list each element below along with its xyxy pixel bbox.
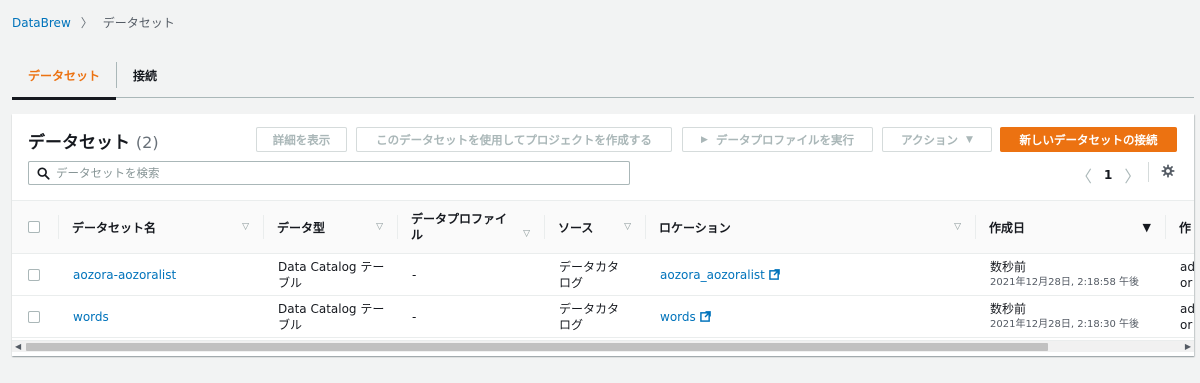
column-header-type[interactable]: データ型 ▽ xyxy=(263,201,397,253)
data-type-line2: ブル xyxy=(278,275,303,290)
breadcrumb-separator-icon: 〉 xyxy=(80,16,93,30)
run-profile-button[interactable]: ▶ データプロファイルを実行 xyxy=(682,127,873,152)
created-relative: 数秒前 xyxy=(990,259,1027,274)
external-link-icon[interactable] xyxy=(769,269,780,280)
view-details-label: 詳細を表示 xyxy=(272,132,331,147)
table-header: データセット名 ▽ データ型 ▽ データプロファイル ▽ ソース ▽ ロケーショ… xyxy=(12,200,1194,254)
play-icon: ▶ xyxy=(701,134,708,145)
source-line2: ログ xyxy=(559,275,584,290)
table-row: words Data Catalog テー ブル - データカタ ログ word… xyxy=(12,296,1194,338)
location-link[interactable]: aozora_aozoralist xyxy=(660,267,765,283)
created-timestamp: 2021年12月28日, 2:18:30 午後 xyxy=(990,318,1139,330)
page-number[interactable]: 1 xyxy=(1104,168,1112,182)
tab-bar: データセット 接続 xyxy=(12,52,1194,100)
actions-label: アクション xyxy=(901,132,958,147)
scrollbar-thumb[interactable] xyxy=(26,343,1048,351)
column-source-label: ソース xyxy=(558,220,594,235)
new-dataset-label: 新しいデータセットの接続 xyxy=(1019,132,1158,147)
data-profile-value: - xyxy=(412,309,417,324)
table-row: aozora-aozoralist Data Catalog テー ブル - デ… xyxy=(12,254,1194,296)
sort-icon: ▽ xyxy=(954,222,961,232)
scroll-left-icon[interactable]: ◀ xyxy=(15,342,21,351)
created-by-line2: or xyxy=(1180,275,1193,290)
view-details-button[interactable]: 詳細を表示 xyxy=(256,127,347,152)
search-icon xyxy=(37,166,50,180)
data-type-cell: Data Catalog テー ブル xyxy=(278,254,388,295)
source-line1: データカタ xyxy=(559,259,620,274)
dataset-name-link[interactable]: words xyxy=(73,296,109,337)
gear-icon[interactable] xyxy=(1161,164,1175,178)
data-type-line1: Data Catalog テー xyxy=(278,259,385,274)
column-header-created-by[interactable]: 作 xyxy=(1165,201,1194,253)
data-type-line2: ブル xyxy=(278,317,303,332)
caret-down-icon: ▼ xyxy=(966,134,973,145)
source-line2: ログ xyxy=(559,317,584,332)
created-by-line2: or xyxy=(1180,317,1193,332)
run-profile-label: データプロファイルを実行 xyxy=(715,132,854,147)
created-cell: 数秒前 2021年12月28日, 2:18:58 午後 xyxy=(990,254,1139,295)
sort-icon: ▽ xyxy=(624,222,631,232)
created-by-line1: ad xyxy=(1180,259,1194,274)
created-by-cell: ad or xyxy=(1180,296,1194,337)
data-type-line1: Data Catalog テー xyxy=(278,301,385,316)
column-header-location[interactable]: ロケーション ▽ xyxy=(645,201,975,253)
next-page-icon[interactable]: 〉 xyxy=(1124,163,1140,187)
row-select-cell xyxy=(28,296,40,337)
created-cell: 数秒前 2021年12月28日, 2:18:30 午後 xyxy=(990,296,1139,337)
create-project-button[interactable]: このデータセットを使用してプロジェクトを作成する xyxy=(356,127,672,152)
tab-connections[interactable]: 接続 xyxy=(117,52,173,98)
create-project-label: このデータセットを使用してプロジェクトを作成する xyxy=(376,132,652,147)
panel-title: データセット (2) xyxy=(28,128,159,153)
new-dataset-button[interactable]: 新しいデータセットの接続 xyxy=(1000,127,1177,152)
row-checkbox[interactable] xyxy=(28,310,40,323)
created-timestamp: 2021年12月28日, 2:18:58 午後 xyxy=(990,276,1139,288)
created-by-line1: ad xyxy=(1180,301,1194,316)
datasets-panel: データセット (2) 詳細を表示 このデータセットを使用してプロジェクトを作成す… xyxy=(12,114,1194,356)
created-relative: 数秒前 xyxy=(990,301,1027,316)
dataset-count: (2) xyxy=(135,133,159,152)
location-link[interactable]: words xyxy=(660,309,696,325)
sort-icon: ▽ xyxy=(523,229,530,239)
row-select-cell xyxy=(28,254,40,295)
data-profile-value: - xyxy=(412,267,417,282)
column-name-label: データセット名 xyxy=(72,220,157,235)
select-all-checkbox[interactable] xyxy=(28,221,40,233)
breadcrumb-current: データセット xyxy=(102,16,175,30)
dataset-name-link[interactable]: aozora-aozoralist xyxy=(73,254,176,295)
column-created-label: 作成日 xyxy=(989,220,1026,235)
location-cell: words xyxy=(660,296,711,337)
column-created-by-label: 作 xyxy=(1179,220,1192,235)
column-location-label: ロケーション xyxy=(659,220,731,235)
column-header-name[interactable]: データセット名 ▽ xyxy=(58,201,263,253)
breadcrumb-databrew-link[interactable]: DataBrew xyxy=(12,16,71,30)
breadcrumb: DataBrew 〉 データセット xyxy=(12,14,175,31)
sort-descending-icon: ▼ xyxy=(1142,221,1151,234)
column-type-label: データ型 xyxy=(277,220,326,235)
source-cell: データカタ ログ xyxy=(559,296,619,337)
panel-title-text: データセット xyxy=(28,133,130,153)
location-cell: aozora_aozoralist xyxy=(660,254,780,295)
pagination: 〈 1 〉 xyxy=(1076,163,1140,187)
horizontal-scrollbar[interactable]: ◀ ▶ xyxy=(12,340,1194,352)
column-header-profile[interactable]: データプロファイル ▽ xyxy=(397,201,544,253)
source-cell: データカタ ログ xyxy=(559,254,619,295)
sort-icon: ▽ xyxy=(242,222,249,232)
data-type-cell: Data Catalog テー ブル xyxy=(278,296,388,337)
column-profile-label: データプロファイル xyxy=(411,212,508,242)
tab-datasets[interactable]: データセット xyxy=(12,52,117,100)
select-all-cell xyxy=(12,201,58,253)
pager-divider xyxy=(1148,162,1149,182)
source-line1: データカタ xyxy=(559,301,620,316)
actions-button[interactable]: アクション ▼ xyxy=(882,127,992,152)
sort-icon: ▽ xyxy=(376,222,383,232)
row-checkbox[interactable] xyxy=(28,268,40,281)
prev-page-icon[interactable]: 〈 xyxy=(1076,163,1092,187)
search-box xyxy=(28,161,630,185)
column-header-source[interactable]: ソース ▽ xyxy=(544,201,645,253)
external-link-icon[interactable] xyxy=(699,311,711,322)
created-by-cell: ad or xyxy=(1180,254,1194,295)
scroll-right-icon[interactable]: ▶ xyxy=(1185,342,1191,351)
search-input[interactable] xyxy=(56,166,616,180)
column-header-created[interactable]: 作成日 ▼ xyxy=(975,201,1165,253)
